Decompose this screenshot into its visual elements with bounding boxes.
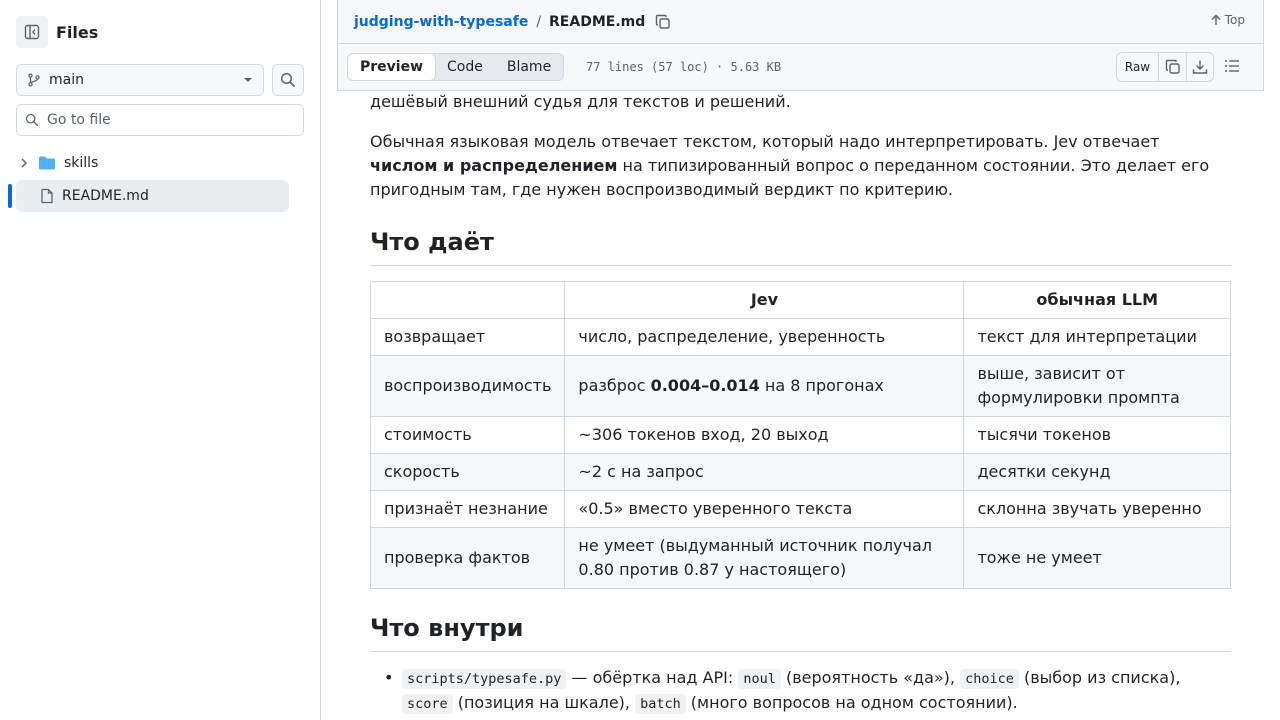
list-text: (выбор из списка), — [1018, 668, 1181, 687]
list-text: — обёртка над API: — [566, 668, 739, 687]
tree-item-readme[interactable]: README.md — [16, 180, 289, 212]
tab-preview[interactable]: Preview — [347, 53, 437, 81]
table-row: скорость ~2 с на запрос десятки секунд — [370, 453, 1231, 491]
list-text: (много вопросов на одном состоянии). — [685, 693, 1018, 712]
top-label: Top — [1224, 13, 1245, 27]
go-to-file-input[interactable] — [47, 112, 287, 128]
copy-path-button[interactable] — [655, 14, 671, 30]
tree-item-skills[interactable]: skills — [16, 147, 289, 179]
sidebar-collapse-icon — [24, 24, 40, 40]
heading-whats-inside: Что внутри — [370, 613, 1231, 652]
readme-content: дешёвый внешний судья для текстов и реше… — [370, 91, 1231, 720]
table-cell: воспроизводимость — [370, 355, 566, 417]
search-files-button[interactable] — [272, 64, 304, 96]
table-cell: «0.5» вместо уверенного текста — [564, 490, 965, 528]
list-text: (вероятность «да»), — [780, 668, 961, 687]
arrow-up-icon — [1211, 14, 1221, 25]
git-branch-icon — [28, 73, 40, 87]
raw-button[interactable]: Raw — [1117, 53, 1159, 81]
download-button[interactable] — [1186, 53, 1213, 81]
table-cell: ~306 токенов вход, 20 выход — [564, 416, 965, 454]
table-header: обычная LLM — [963, 281, 1231, 319]
cell-text: на 8 прогонах — [759, 376, 884, 395]
file-actions: Raw — [1116, 52, 1214, 82]
search-icon — [280, 72, 296, 88]
tab-code[interactable]: Code — [435, 54, 495, 80]
cell-text: разброс — [578, 376, 651, 395]
file-header: judging-with-typesafe / README.md Top — [337, 0, 1264, 44]
inline-code: scripts/typesafe.py — [402, 669, 567, 689]
chevron-down-icon — [244, 78, 252, 82]
scroll-top-link[interactable]: Top — [1210, 13, 1245, 27]
table-cell: возвращает — [370, 318, 566, 356]
table-cell: разброс 0.004–0.014 на 8 прогонах — [564, 355, 965, 417]
file-toolbar: Preview Code Blame 77 lines (57 loc) · 5… — [337, 44, 1264, 91]
cell-bold: 0.004–0.014 — [650, 376, 760, 395]
inline-code: noul — [738, 669, 781, 689]
file-icon — [41, 188, 53, 204]
file-meta: 77 lines (57 loc) · 5.63 KB — [586, 60, 782, 74]
view-mode-tabs: Preview Code Blame — [347, 53, 565, 81]
table-row: стоимость ~306 токенов вход, 20 выход ты… — [370, 416, 1231, 454]
inline-code: choice — [960, 669, 1019, 689]
list-text: (позиция на шкале), — [452, 693, 636, 712]
sidebar-header: Files — [16, 16, 98, 48]
table-cell: выше, зависит от формулировки промпта — [963, 355, 1231, 417]
table-cell: тысячи токенов — [963, 416, 1231, 454]
paragraph-bold: числом и распределением — [370, 156, 618, 175]
contents-list: scripts/typesafe.py — обёртка над API: n… — [384, 666, 1229, 716]
active-item-indicator — [8, 184, 12, 208]
chevron-right-icon — [21, 158, 28, 168]
file-view: judging-with-typesafe / README.md Top Pr… — [337, 0, 1264, 720]
list-unordered-icon — [1225, 60, 1239, 72]
breadcrumb-file: README.md — [549, 13, 646, 30]
table-cell: текст для интерпретации — [963, 318, 1231, 356]
folder-icon — [39, 156, 55, 170]
go-to-file-field[interactable] — [16, 104, 304, 136]
inline-code: batch — [635, 694, 686, 714]
file-tree-sidebar: Files main skill — [0, 0, 321, 720]
table-cell: склонна звучать уверенно — [963, 490, 1231, 528]
table-header-row: Jev обычная LLM — [370, 281, 1231, 319]
tab-blame[interactable]: Blame — [495, 54, 563, 80]
paragraph: Обычная языковая модель отвечает текстом… — [370, 130, 1231, 202]
comparison-table: Jev обычная LLM возвращает число, распре… — [370, 281, 1231, 589]
table-row: возвращает число, распределение, уверенн… — [370, 318, 1231, 356]
inline-code: score — [402, 694, 453, 714]
table-cell: скорость — [370, 453, 566, 491]
download-icon — [1192, 60, 1208, 74]
table-header — [370, 281, 566, 319]
paragraph-text: Обычная языковая модель отвечает текстом… — [370, 132, 1160, 151]
copy-icon — [656, 14, 670, 29]
table-row: признаёт незнание «0.5» вместо уверенног… — [370, 490, 1231, 528]
table-cell: десятки секунд — [963, 453, 1231, 491]
heading-what-it-gives: Что даёт — [370, 227, 1231, 266]
branch-selector[interactable]: main — [16, 64, 264, 96]
breadcrumb-repo-link[interactable]: judging-with-typesafe — [354, 14, 528, 30]
table-cell: ~2 с на запрос — [564, 453, 965, 491]
table-header: Jev — [564, 281, 965, 319]
table-cell: тоже не умеет — [963, 527, 1231, 589]
list-item: scripts/typesafe.py — обёртка над API: n… — [384, 666, 1229, 716]
table-cell: стоимость — [370, 416, 566, 454]
breadcrumb-separator: / — [536, 13, 542, 30]
table-cell: не умеет (выдуманный источник получал 0.… — [564, 527, 965, 589]
copy-icon — [1165, 59, 1180, 74]
copy-raw-button[interactable] — [1159, 53, 1186, 81]
paragraph: дешёвый внешний судья для текстов и реше… — [370, 92, 791, 111]
search-icon — [25, 113, 39, 127]
table-cell: признаёт незнание — [370, 490, 566, 528]
tree-item-label: skills — [64, 155, 99, 171]
tree-item-label: README.md — [62, 188, 149, 204]
table-row: проверка фактов не умеет (выдуманный ист… — [370, 527, 1231, 589]
collapse-sidebar-button[interactable] — [16, 16, 48, 48]
outline-button[interactable] — [1224, 58, 1240, 78]
table-row: воспроизводимость разброс 0.004–0.014 на… — [370, 355, 1231, 417]
table-cell: число, распределение, уверенность — [564, 318, 965, 356]
table-cell: проверка фактов — [370, 527, 566, 589]
sidebar-title: Files — [56, 22, 99, 42]
branch-name: main — [49, 72, 84, 88]
